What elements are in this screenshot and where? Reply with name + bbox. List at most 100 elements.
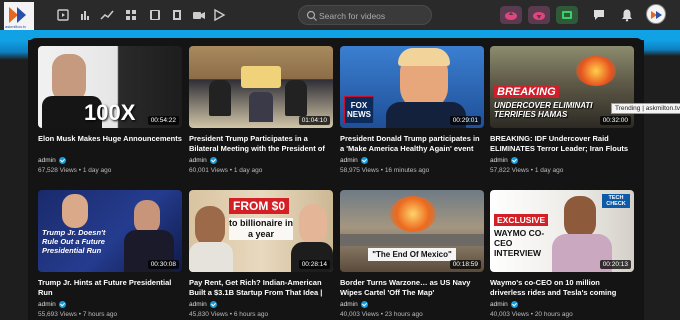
video-duration: 00:29:01 xyxy=(449,116,481,125)
thumbnail-person xyxy=(249,92,273,122)
video-duration: 00:32:00 xyxy=(599,116,631,125)
video-title[interactable]: Elon Musk Makes Huge Announcements xyxy=(38,134,182,154)
video-title[interactable]: President Donald Trump participates in a… xyxy=(340,134,484,154)
download-cloud-button[interactable] xyxy=(528,6,550,24)
view-count: 57,822 Views xyxy=(490,167,529,174)
accent-banner-right xyxy=(644,40,680,56)
verified-icon xyxy=(360,157,368,164)
video-thumbnail[interactable]: 100X 00:54:22 xyxy=(38,46,182,128)
film-icon[interactable] xyxy=(148,8,162,22)
video-thumbnail[interactable]: BREAKING UNDERCOVER ELIMINATI TERRIFIES … xyxy=(490,46,634,128)
video-author[interactable]: admin xyxy=(490,301,634,308)
message-icon[interactable] xyxy=(592,8,606,22)
video-meta: 40,003 Views • 20 hours ago xyxy=(490,311,573,318)
video-author[interactable]: admin xyxy=(38,157,182,164)
video-meta: 58,975 Views • 16 minutes ago xyxy=(340,167,430,174)
film-strip-icon[interactable] xyxy=(170,8,184,22)
author-name: admin xyxy=(340,301,358,308)
video-title[interactable]: Waymo's co-CEO on 10 million driverless … xyxy=(490,278,634,298)
video-author[interactable]: admin xyxy=(189,157,333,164)
upload-age: 7 hours ago xyxy=(82,311,118,318)
top-navbar: askmilton.tv xyxy=(0,0,680,30)
view-count: 40,003 Views xyxy=(340,311,379,318)
notification-bell-icon[interactable] xyxy=(620,8,634,22)
thumbnail-person xyxy=(134,200,160,234)
thumbnail-person-body xyxy=(189,242,233,272)
thumbnail-person xyxy=(564,196,596,238)
video-thumbnail[interactable]: Trump Jr. Doesn't Rule Out a Future Pres… xyxy=(38,190,182,272)
download-cloud-icon xyxy=(533,12,545,20)
video-card[interactable]: FROM $0 to billionaire in a year 00:28:1… xyxy=(189,190,333,318)
author-name: admin xyxy=(189,157,207,164)
video-author[interactable]: admin xyxy=(38,301,182,308)
trending-icon[interactable] xyxy=(100,8,114,22)
video-card[interactable]: Trump Jr. Doesn't Rule Out a Future Pres… xyxy=(38,190,182,318)
thumbnail-explosion xyxy=(576,56,616,86)
video-title[interactable]: President Trump Participates in a Bilate… xyxy=(189,134,333,154)
search-input[interactable] xyxy=(319,8,427,23)
video-author[interactable]: admin xyxy=(490,157,634,164)
video-thumbnail[interactable]: "The End Of Mexico" 00:18:59 xyxy=(340,190,484,272)
verified-icon xyxy=(209,157,217,164)
thumbnail-caption: EXCLUSIVE xyxy=(494,214,549,226)
view-count: 60,001 Views xyxy=(189,167,228,174)
thumbnail-person xyxy=(209,80,231,116)
video-thumbnail[interactable]: FROM $0 to billionaire in a year 00:28:1… xyxy=(189,190,333,272)
video-author[interactable]: admin xyxy=(340,301,484,308)
video-card[interactable]: 01:04:10 President Trump Participates in… xyxy=(189,46,333,174)
bar-chart-icon[interactable] xyxy=(78,8,92,22)
thumbnail-caption: BREAKING xyxy=(494,86,559,98)
upload-age: 1 day ago xyxy=(82,167,112,174)
upload-age: 23 hours ago xyxy=(384,311,423,318)
video-card[interactable]: FOX NEWS 00:29:01 President Donald Trump… xyxy=(340,46,484,174)
verified-icon xyxy=(360,301,368,308)
logo-text: askmilton.tv xyxy=(5,24,27,29)
video-duration: 00:30:08 xyxy=(147,260,179,269)
thumbnail-hair xyxy=(398,48,450,66)
video-author[interactable]: admin xyxy=(340,157,484,164)
video-library-icon[interactable] xyxy=(56,8,70,22)
upload-cloud-button[interactable] xyxy=(500,6,522,24)
video-card[interactable]: "The End Of Mexico" 00:18:59 Border Turn… xyxy=(340,190,484,318)
camera-icon[interactable] xyxy=(192,8,206,22)
verified-icon xyxy=(58,157,66,164)
video-thumbnail[interactable]: EXCLUSIVE WAYMO CO-CEO INTERVIEW TECH CH… xyxy=(490,190,634,272)
video-title[interactable]: Pay Rent, Get Rich? Indian-American Buil… xyxy=(189,278,333,298)
video-title[interactable]: Border Turns Warzone… as US Navy Wipes C… xyxy=(340,278,484,298)
thumbnail-badge: TECH CHECK xyxy=(602,194,630,208)
author-name: admin xyxy=(38,301,56,308)
search-bar[interactable] xyxy=(298,5,432,25)
upload-age: 16 minutes ago xyxy=(384,167,430,174)
live-button[interactable] xyxy=(556,6,578,24)
video-card[interactable]: 100X 00:54:22 Elon Musk Makes Huge Annou… xyxy=(38,46,182,174)
play-icon[interactable] xyxy=(212,8,226,22)
thumbnail-person xyxy=(285,80,307,116)
video-title[interactable]: BREAKING: IDF Undercover Raid ELIMINATES… xyxy=(490,134,634,154)
author-name: admin xyxy=(490,301,508,308)
grid-icon[interactable] xyxy=(124,8,138,22)
video-duration: 00:28:14 xyxy=(298,260,330,269)
video-meta: 60,001 Views • 1 day ago xyxy=(189,167,263,174)
site-logo[interactable]: askmilton.tv xyxy=(4,2,34,30)
user-avatar[interactable] xyxy=(646,4,666,24)
video-meta: 55,693 Views • 7 hours ago xyxy=(38,311,118,318)
video-thumbnail[interactable]: 01:04:10 xyxy=(189,46,333,128)
upload-age: 20 hours ago xyxy=(534,311,573,318)
author-name: admin xyxy=(490,157,508,164)
thumbnail-person xyxy=(62,194,88,228)
video-meta: 57,822 Views • 1 day ago xyxy=(490,167,564,174)
thumbnail-caption: FROM $0 xyxy=(229,198,290,214)
video-thumbnail[interactable]: FOX NEWS 00:29:01 xyxy=(340,46,484,128)
video-meta: 40,003 Views • 23 hours ago xyxy=(340,311,423,318)
video-card[interactable]: EXCLUSIVE WAYMO CO-CEO INTERVIEW TECH CH… xyxy=(490,190,634,318)
thumbnail-subcaption: to billionaire in a year xyxy=(229,218,294,240)
video-author[interactable]: admin xyxy=(189,301,333,308)
verified-icon xyxy=(510,157,518,164)
view-count: 67,528 Views xyxy=(38,167,77,174)
verified-icon xyxy=(209,301,217,308)
video-title[interactable]: Trump Jr. Hints at Future Presidential R… xyxy=(38,278,182,298)
author-name: admin xyxy=(340,157,358,164)
view-count: 40,003 Views xyxy=(490,311,529,318)
view-count: 45,830 Views xyxy=(189,311,228,318)
upload-age: 1 day ago xyxy=(233,167,263,174)
